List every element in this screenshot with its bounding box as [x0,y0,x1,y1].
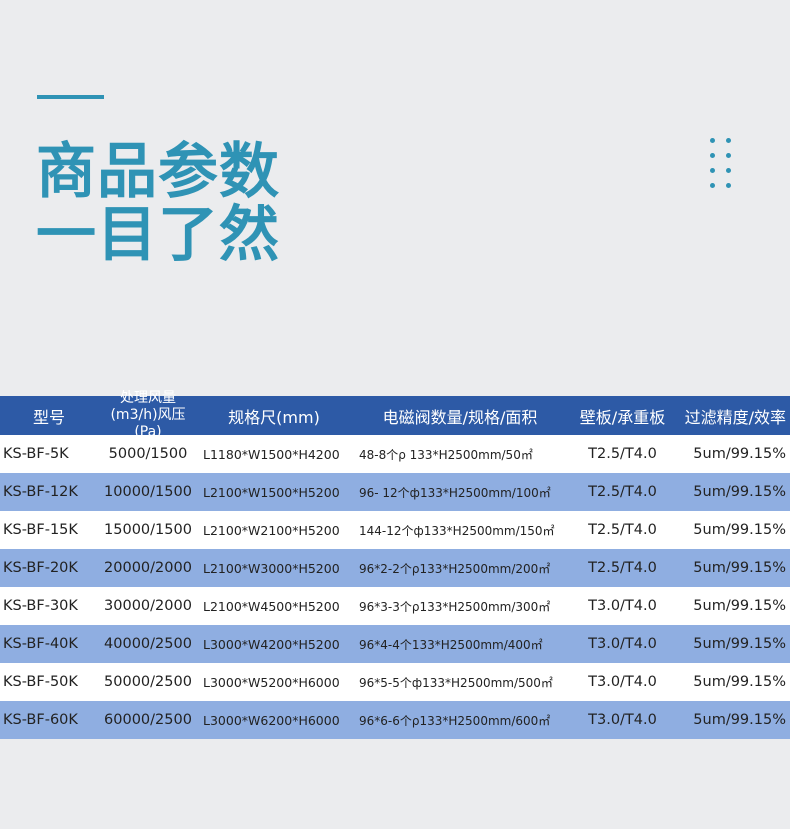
table-row: KS-BF-40K 40000/2500 L3000*W4200*H5200 96*4… [0,625,790,663]
cell-plates: T2.5/T4.0 [588,446,657,462]
cell-plates: T3.0/T4.0 [588,674,657,690]
cell-airflow: 5000/1500 [108,446,188,462]
title-line-2: 一目了然 [36,200,280,270]
cell-model: KS-BF-5K [3,446,69,462]
cell-model: KS-BF-20K [3,560,78,576]
dot [726,153,731,158]
table-row: KS-BF-50K 50000/2500 L3000*W5200*H6000 96*5… [0,663,790,701]
cell-plates: T2.5/T4.0 [588,522,657,538]
header-dimensions: 规格尺(mm) [228,407,320,427]
table-row: KS-BF-60K 60000/2500 L3000*W6200*H6000 96*6… [0,701,790,739]
cell-filtration: 5um/99.15% [693,598,786,614]
dot [710,168,715,173]
cell-airflow: 10000/1500 [104,484,192,500]
cell-model: KS-BF-40K [3,636,78,652]
title-line-1: 商品参数 [36,137,280,207]
table-row: KS-BF-20K 20000/2000 L2100*W3000*H5200 96*2… [0,549,790,587]
cell-dimensions: L1180*W1500*H4200 [203,446,340,462]
cell-airflow: 40000/2500 [104,636,192,652]
cell-plates: T3.0/T4.0 [588,712,657,728]
cell-airflow: 30000/2000 [104,598,192,614]
cell-airflow: 60000/2500 [104,712,192,728]
cell-valves: 96*6-6个ρ133*H2500mm/600㎡ [359,713,551,728]
cell-dimensions: L2100*W2100*H5200 [203,522,340,538]
cell-valves: 144-12个ф133*H2500mm/150㎡ [359,523,555,538]
cell-filtration: 5um/99.15% [693,560,786,576]
cell-filtration: 5um/99.15% [693,446,786,462]
dot [710,153,715,158]
cell-valves: 48-8个ρ 133*H2500mm/50㎡ [359,447,533,462]
cell-dimensions: L2100*W3000*H5200 [203,560,340,576]
cell-valves: 96- 12个ф133*H2500mm/100㎡ [359,485,551,500]
accent-line [37,95,104,99]
cell-filtration: 5um/99.15% [693,712,786,728]
table-row: KS-BF-30K 30000/2000 L2100*W4500*H5200 96*3… [0,587,790,625]
cell-plates: T3.0/T4.0 [588,598,657,614]
cell-valves: 96*4-4个133*H2500mm/400㎡ [359,637,543,652]
cell-filtration: 5um/99.15% [693,636,786,652]
dot-grid-decoration [710,138,732,188]
cell-airflow: 50000/2500 [104,674,192,690]
cell-model: KS-BF-60K [3,712,78,728]
cell-model: KS-BF-50K [3,674,78,690]
cell-filtration: 5um/99.15% [693,674,786,690]
cell-model: KS-BF-30K [3,598,78,614]
spec-table: 型号 处理风量(m3/h)风压(Pa) 规格尺(mm) 电磁阀数量/规格/面积 … [0,390,790,739]
cell-valves: 96*3-3个ρ133*H2500mm/300㎡ [359,599,551,614]
header-plates: 壁板/承重板 [579,407,666,427]
cell-filtration: 5um/99.15% [693,522,786,538]
dot [710,138,715,143]
table-row: KS-BF-12K 10000/1500 L2100*W1500*H5200 96- … [0,473,790,511]
cell-airflow: 15000/1500 [104,522,192,538]
cell-model: KS-BF-15K [3,522,78,538]
cell-plates: T2.5/T4.0 [588,560,657,576]
cell-plates: T2.5/T4.0 [588,484,657,500]
table-header: 型号 处理风量(m3/h)风压(Pa) 规格尺(mm) 电磁阀数量/规格/面积 … [0,390,790,440]
cell-dimensions: L2100*W1500*H5200 [203,484,340,500]
dot [726,183,731,188]
dot [726,168,731,173]
cell-dimensions: L2100*W4500*H5200 [203,598,340,614]
header-model: 型号 [32,407,65,427]
dot [710,183,715,188]
dot [726,138,731,143]
cell-dimensions: L3000*W6200*H6000 [203,712,340,728]
header-valves: 电磁阀数量/规格/面积 [382,407,538,427]
cell-filtration: 5um/99.15% [693,484,786,500]
table-body: KS-BF-5K 5000/1500 L1180*W1500*H4200 48-8个ρ… [0,435,790,739]
cell-airflow: 20000/2000 [104,560,192,576]
cell-model: KS-BF-12K [3,484,78,500]
header-airflow: 处理风量(m3/h)风压(Pa) [110,390,186,440]
header-filtration: 过滤精度/效率 [684,407,786,427]
table-row: KS-BF-15K 15000/1500 L2100*W2100*H5200 144-… [0,511,790,549]
cell-plates: T3.0/T4.0 [588,636,657,652]
cell-dimensions: L3000*W4200*H5200 [203,636,340,652]
cell-dimensions: L3000*W5200*H6000 [203,674,340,690]
cell-valves: 96*2-2个ρ133*H2500mm/200㎡ [359,561,551,576]
cell-valves: 96*5-5个ф133*H2500mm/500㎡ [359,675,553,690]
